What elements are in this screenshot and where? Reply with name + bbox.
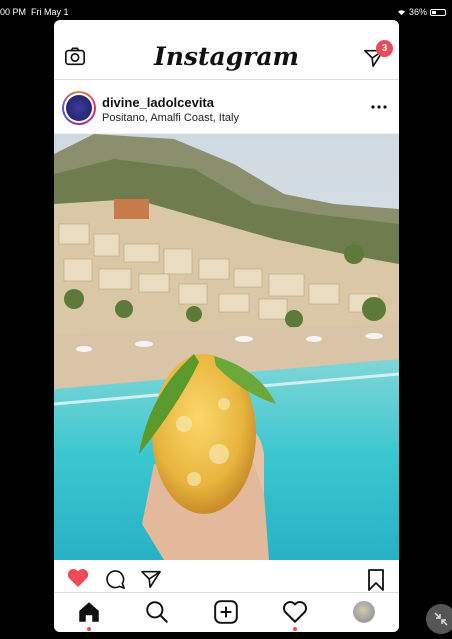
status-bar: 00 PM Fri May 1 36% — [0, 0, 452, 22]
more-options-icon[interactable] — [371, 104, 387, 110]
tab-activity[interactable] — [282, 599, 308, 625]
status-indicators: 36% — [397, 7, 446, 17]
tab-home[interactable] — [76, 599, 102, 625]
tab-profile[interactable] — [353, 601, 375, 623]
comment-icon[interactable] — [104, 568, 126, 590]
like-heart-icon[interactable] — [66, 568, 90, 588]
search-icon — [146, 601, 168, 623]
app-header: Instagram 3 — [54, 20, 399, 80]
post-actions — [54, 560, 399, 591]
dm-badge: 3 — [376, 40, 393, 57]
home-active-dot — [87, 627, 91, 631]
home-icon — [79, 602, 99, 622]
post-username[interactable]: divine_ladolcevita — [102, 95, 214, 110]
activity-notification-dot — [293, 627, 297, 631]
bottom-tab-bar — [54, 592, 399, 632]
status-date: Fri May 1 — [31, 7, 69, 17]
wifi-icon — [397, 9, 405, 15]
share-icon[interactable] — [140, 569, 162, 589]
post-location[interactable]: Positano, Amalfi Coast, Italy — [102, 112, 239, 124]
post-header: divine_ladolcevita Positano, Amalfi Coas… — [54, 80, 399, 134]
instagram-app: Instagram 3 divine_ladolcevita Positano,… — [54, 20, 399, 632]
new-post-icon — [214, 600, 238, 624]
tab-new-post[interactable] — [213, 599, 239, 625]
battery-percent: 36% — [408, 7, 427, 17]
app-logo-title: Instagram — [154, 42, 299, 71]
battery-icon — [430, 8, 446, 16]
activity-heart-icon — [282, 601, 308, 623]
status-time: 00 PM Fri May 1 — [0, 7, 69, 17]
post-photo[interactable] — [54, 134, 399, 560]
minimize-button[interactable] — [426, 604, 452, 634]
tab-search[interactable] — [144, 599, 170, 625]
bookmark-icon[interactable] — [367, 569, 385, 591]
collapse-arrows-icon — [434, 612, 448, 626]
avatar[interactable] — [62, 91, 96, 125]
